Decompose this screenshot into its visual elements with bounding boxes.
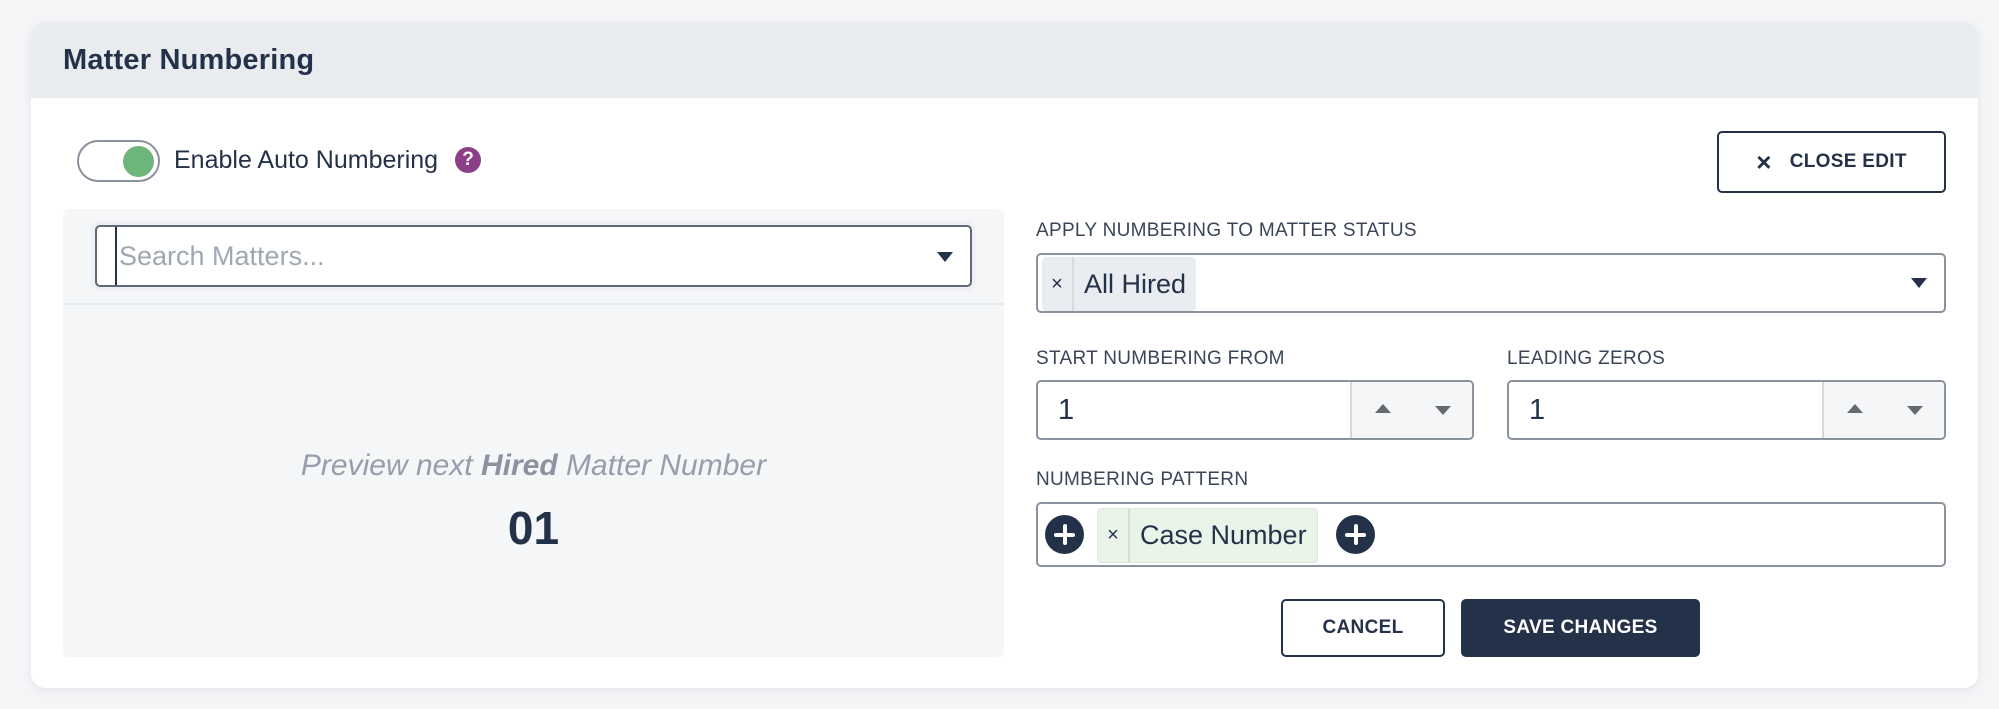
preview-label-suffix: Matter Number bbox=[566, 449, 767, 482]
search-matters-input[interactable] bbox=[115, 227, 915, 285]
stepper-controls bbox=[1350, 382, 1472, 438]
start-from-label: START NUMBERING FROM bbox=[1036, 348, 1285, 369]
cancel-button[interactable]: CANCEL bbox=[1281, 599, 1445, 657]
auto-numbering-label: Enable Auto Numbering bbox=[174, 146, 439, 174]
preview-panel: Preview next Hired Matter Number 01 bbox=[63, 209, 1004, 657]
decrement-arrow-icon[interactable] bbox=[1907, 406, 1923, 415]
start-numbering-stepper bbox=[1036, 380, 1474, 440]
pattern-field-label: NUMBERING PATTERN bbox=[1036, 469, 1249, 490]
preview-label: Preview next Hired Matter Number bbox=[63, 449, 1004, 483]
decrement-arrow-icon[interactable] bbox=[1435, 406, 1451, 415]
leading-zeros-input[interactable] bbox=[1509, 382, 1824, 438]
search-matters-select[interactable] bbox=[95, 225, 972, 287]
leading-zeros-label: LEADING ZEROS bbox=[1507, 348, 1666, 369]
stepper-controls bbox=[1822, 382, 1944, 438]
plus-circle-icon[interactable] bbox=[1045, 515, 1084, 554]
status-chip-label: All Hired bbox=[1084, 268, 1187, 299]
status-field-label: APPLY NUMBERING TO MATTER STATUS bbox=[1036, 220, 1417, 241]
toggle-knob bbox=[123, 146, 154, 177]
start-numbering-input[interactable] bbox=[1038, 382, 1352, 438]
close-edit-label: CLOSE EDIT bbox=[1789, 151, 1907, 172]
matter-numbering-card: Matter Numbering Enable Auto Numbering ?… bbox=[31, 23, 1978, 688]
close-edit-button[interactable]: × CLOSE EDIT bbox=[1717, 131, 1946, 193]
page-title: Matter Numbering bbox=[63, 44, 315, 76]
remove-chip-icon[interactable]: × bbox=[1098, 509, 1130, 562]
matter-status-select[interactable]: × All Hired bbox=[1036, 253, 1946, 313]
divider bbox=[63, 303, 1004, 305]
auto-numbering-toggle[interactable] bbox=[77, 140, 160, 182]
card-header: Matter Numbering bbox=[31, 23, 1978, 98]
preview-next-number: 01 bbox=[507, 502, 560, 554]
preview-label-prefix: Preview next bbox=[300, 449, 473, 482]
numbering-pattern-field: × Case Number bbox=[1036, 502, 1946, 567]
increment-arrow-icon[interactable] bbox=[1375, 404, 1391, 413]
pattern-token-chip: × Case Number bbox=[1097, 508, 1318, 563]
question-circle-icon[interactable]: ? bbox=[455, 147, 481, 173]
caret-down-icon[interactable] bbox=[1911, 278, 1927, 288]
close-icon: × bbox=[1756, 146, 1772, 177]
save-changes-button[interactable]: SAVE CHANGES bbox=[1461, 599, 1700, 657]
increment-arrow-icon[interactable] bbox=[1847, 404, 1863, 413]
plus-circle-icon[interactable] bbox=[1336, 515, 1375, 554]
pattern-token-label: Case Number bbox=[1140, 520, 1307, 550]
status-chip: × All Hired bbox=[1042, 257, 1197, 311]
preview-label-status: Hired bbox=[481, 449, 558, 482]
remove-chip-icon[interactable]: × bbox=[1042, 257, 1074, 311]
leading-zeros-stepper bbox=[1507, 380, 1946, 440]
caret-down-icon[interactable] bbox=[937, 252, 953, 262]
